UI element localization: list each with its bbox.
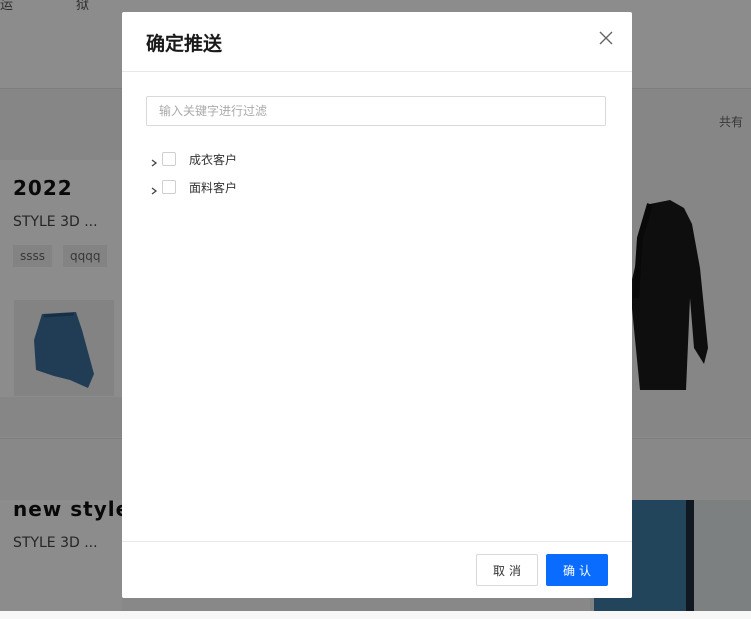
tree-checkbox[interactable] <box>162 152 176 166</box>
confirm-button[interactable]: 确认 <box>546 554 608 586</box>
tree-node[interactable]: 面料客户 <box>146 174 606 202</box>
tree-checkbox[interactable] <box>162 180 176 194</box>
tree-node-label: 面料客户 <box>189 181 238 195</box>
dialog-title: 确定推送 <box>146 33 223 55</box>
dialog-footer: 取消 确认 <box>122 541 632 598</box>
push-confirm-dialog: 确定推送 成衣客户 面料客户 取消 确认 <box>122 12 632 598</box>
chevron-right-icon[interactable] <box>148 182 160 195</box>
customer-tree: 成衣客户 面料客户 <box>146 146 606 202</box>
cancel-button[interactable]: 取消 <box>476 554 538 586</box>
tree-node[interactable]: 成衣客户 <box>146 146 606 174</box>
filter-input[interactable] <box>146 96 606 126</box>
close-icon[interactable] <box>596 28 616 48</box>
tree-node-label: 成衣客户 <box>189 153 238 167</box>
chevron-right-icon[interactable] <box>148 154 160 167</box>
dialog-header: 确定推送 <box>122 12 632 72</box>
